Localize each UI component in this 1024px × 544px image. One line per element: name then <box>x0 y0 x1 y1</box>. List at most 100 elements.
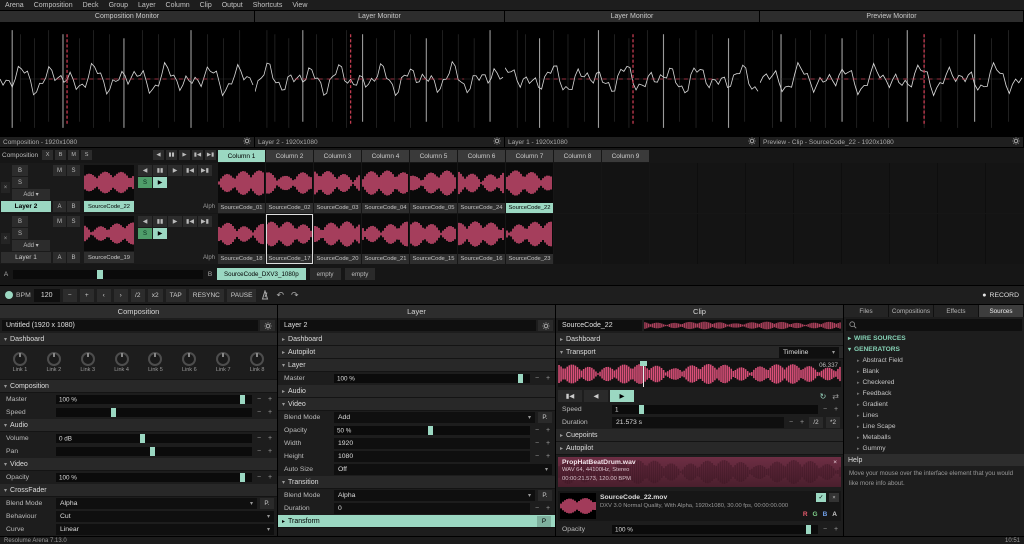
decrement-button[interactable]: − <box>255 474 263 481</box>
channel-b-button[interactable]: B <box>823 511 828 518</box>
section-dashboard[interactable]: ▸Dashboard <box>556 333 843 346</box>
layer-bypass-button[interactable]: B <box>12 216 28 227</box>
column-header-4[interactable]: Column 4 <box>362 150 409 162</box>
deck-tab-empty-1[interactable]: empty <box>310 268 341 280</box>
decrement-button[interactable]: − <box>533 440 541 447</box>
increment-button[interactable]: + <box>798 419 806 426</box>
composition-m-button[interactable]: M <box>68 150 79 160</box>
section-video[interactable]: ▾Video <box>278 398 555 411</box>
menu-item-shortcuts[interactable]: Shortcuts <box>248 2 288 9</box>
empty-clip-cell[interactable] <box>602 214 649 264</box>
clip-cell-sourcecode-02[interactable]: SourceCode_02 <box>266 163 313 213</box>
param-slider[interactable]: 0 dB <box>56 434 252 443</box>
layer-speed-sync-button[interactable]: S <box>138 228 152 239</box>
section-transform[interactable]: ▸TransformP <box>278 515 555 528</box>
slider-handle[interactable] <box>806 525 811 534</box>
dashboard-knob-link-2[interactable]: Link 2 <box>46 352 61 373</box>
search-input[interactable] <box>846 319 1022 331</box>
play-backward-button[interactable]: ◀ <box>584 390 608 402</box>
layer-solo-button[interactable]: S <box>12 228 28 239</box>
dashboard-knob-link-1[interactable]: Link 1 <box>13 352 28 373</box>
layer-transport-play-icon[interactable]: ▶ <box>168 216 182 227</box>
layer-transport-play-icon[interactable]: ▶ <box>168 165 182 176</box>
clip-cell-sourcecode-22[interactable]: SourceCode_22 <box>506 163 553 213</box>
gear-icon[interactable] <box>538 320 553 331</box>
param-slider[interactable]: 100 % <box>334 374 530 383</box>
layer-blend-dropdown[interactable]: Add ▾ <box>12 189 50 200</box>
knob-dial[interactable] <box>216 352 230 366</box>
knob-dial[interactable] <box>115 352 129 366</box>
decrement-button[interactable]: − <box>255 448 263 455</box>
clip-cell-sourcecode-23[interactable]: SourceCode_23 <box>506 214 553 264</box>
column-header-8[interactable]: Column 8 <box>554 150 601 162</box>
clip-cell-sourcecode-16[interactable]: SourceCode_16 <box>458 214 505 264</box>
video-track[interactable]: SourceCode_22.mov✓×DXV 3.0 Normal Qualit… <box>558 491 841 521</box>
layer-bypass-button[interactable]: B <box>12 165 28 176</box>
decrement-button[interactable]: − <box>821 406 829 413</box>
layer-transport-goto-start-icon[interactable]: ▮◀ <box>183 216 197 227</box>
menu-item-output[interactable]: Output <box>217 2 248 9</box>
param-slider[interactable] <box>56 408 252 417</box>
param-button[interactable]: P <box>537 516 551 527</box>
channel-g-button[interactable]: G <box>813 511 818 518</box>
layer-play-button[interactable]: ▶ <box>153 177 167 188</box>
source-item-gummy[interactable]: ▸Gummy <box>844 443 1024 454</box>
undo-icon[interactable]: ↶ <box>274 290 286 301</box>
channel-a-button[interactable]: A <box>832 511 837 518</box>
duration-half-button[interactable]: /2 <box>809 417 823 428</box>
increment-button[interactable]: + <box>266 448 274 455</box>
duration-value[interactable]: 21.573 s <box>612 417 784 428</box>
param-slider[interactable]: 50 % <box>334 426 530 435</box>
bpm-half-button[interactable]: /2 <box>131 289 145 302</box>
menu-item-arena[interactable]: Arena <box>0 2 29 9</box>
layer-transport-goto-end-icon[interactable]: ▶▮ <box>198 216 212 227</box>
source-item-lines[interactable]: ▸Lines <box>844 410 1024 421</box>
param-dropdown[interactable]: Add▾ <box>334 412 535 423</box>
column-header-9[interactable]: Column 9 <box>602 150 649 162</box>
slider-handle[interactable] <box>240 473 245 482</box>
column-header-2[interactable]: Column 2 <box>266 150 313 162</box>
bpm-nudge-down-button[interactable]: ‹ <box>97 289 111 302</box>
dashboard-knob-link-3[interactable]: Link 3 <box>80 352 95 373</box>
increment-button[interactable]: + <box>544 453 552 460</box>
bpm-decrease-button[interactable]: − <box>63 289 77 302</box>
layer-crossfader-a-button[interactable]: A <box>53 201 66 212</box>
param-slider[interactable]: 100 % <box>56 395 252 404</box>
redo-icon[interactable]: ↷ <box>289 290 301 301</box>
play-direction-icon[interactable]: ⇄ <box>830 392 841 401</box>
decrement-button[interactable]: − <box>255 409 263 416</box>
tap-button[interactable]: TAP <box>166 289 186 302</box>
clip-cell-sourcecode-24[interactable]: SourceCode_24 <box>458 163 505 213</box>
play-backward-icon[interactable]: ◀ <box>153 150 164 160</box>
tab-files[interactable]: Files <box>844 305 889 317</box>
clip-cell-sourcecode-01[interactable]: SourceCode_01 <box>218 163 265 213</box>
menu-item-deck[interactable]: Deck <box>78 2 104 9</box>
bpm-value-field[interactable]: 120 <box>34 289 60 302</box>
crossfader-handle[interactable] <box>97 270 103 279</box>
param-dropdown[interactable]: Alpha▾ <box>56 498 257 509</box>
slider-handle[interactable] <box>140 434 145 443</box>
section-autopilot[interactable]: ▸Autopilot <box>278 346 555 359</box>
layer-name[interactable]: Layer 1 <box>1 252 51 263</box>
loop-icon[interactable]: ↻ <box>818 392 829 401</box>
dashboard-knob-link-8[interactable]: Link 8 <box>250 352 265 373</box>
knob-dial[interactable] <box>250 352 264 366</box>
source-item-gradient[interactable]: ▸Gradient <box>844 399 1024 410</box>
clip-cell-sourcecode-05[interactable]: SourceCode_05 <box>410 163 457 213</box>
check-icon[interactable]: ✓ <box>816 493 826 502</box>
source-item-abstract-field[interactable]: ▸Abstract Field <box>844 355 1024 366</box>
source-item-line-scape[interactable]: ▸Line Scape <box>844 421 1024 432</box>
section-dashboard[interactable]: ▸Dashboard <box>278 333 555 346</box>
record-button[interactable]: ●RECORD <box>982 292 1019 299</box>
composition-name-field[interactable]: Untitled (1920 x 1080) <box>2 320 258 331</box>
menu-item-clip[interactable]: Clip <box>195 2 217 9</box>
gear-icon[interactable] <box>243 137 251 147</box>
increment-button[interactable]: + <box>544 375 552 382</box>
layer-transport-pause-icon[interactable]: ▮▮ <box>153 165 167 176</box>
layer-clip-thumbnail[interactable] <box>84 165 134 200</box>
source-item-feedback[interactable]: ▸Feedback <box>844 388 1024 399</box>
composition-x-button[interactable]: X <box>42 150 53 160</box>
dashboard-knob-link-6[interactable]: Link 6 <box>182 352 197 373</box>
decrement-button[interactable]: − <box>533 375 541 382</box>
source-item-blank[interactable]: ▸Blank <box>844 366 1024 377</box>
